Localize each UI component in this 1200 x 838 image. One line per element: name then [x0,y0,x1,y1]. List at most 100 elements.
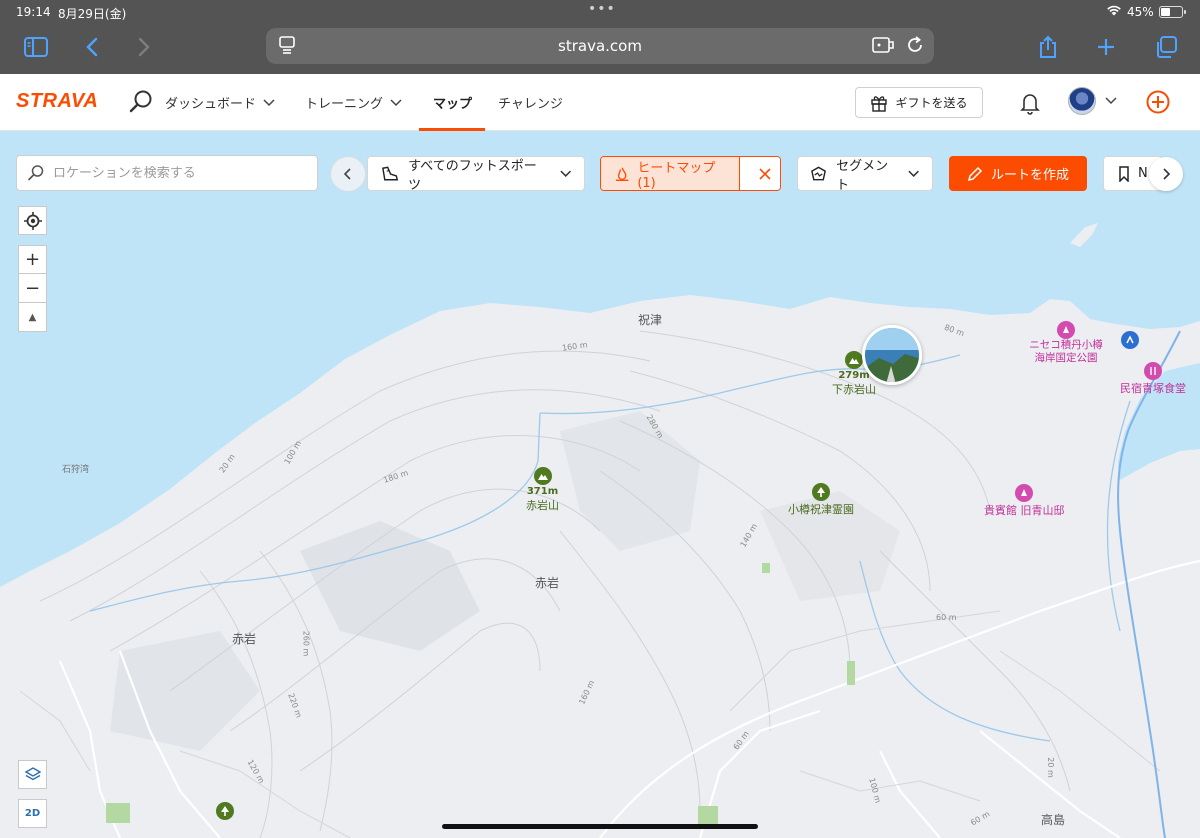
attraction-name: 貴賓館 旧青山邸 [984,504,1065,517]
nav-maps-label: マップ [433,97,473,112]
attraction-marker[interactable]: ニセコ積丹小樽海岸国定公園 [1026,321,1106,365]
sidebar-icon[interactable] [20,33,52,61]
segments-dropdown[interactable]: セグメント [797,156,933,193]
place-label: 赤岩 [535,576,560,590]
heatmap-label: ヒートマップ (1) [637,160,716,191]
park-marker[interactable]: 小樽祝津霊園 [788,483,854,517]
crosshair-icon [23,211,42,230]
nav-training[interactable]: トレーニング [305,93,403,112]
share-icon[interactable] [1032,33,1064,61]
close-icon [759,167,771,180]
place-label: 祝津 [638,313,663,327]
tabs-icon[interactable] [1150,33,1182,61]
attraction-marker[interactable]: 貴賓館 旧青山邸 [984,484,1065,518]
landmark-icon [1057,321,1075,339]
heatmap-toggle[interactable]: ヒートマップ (1) [600,156,781,191]
upload-plus-icon[interactable] [1146,90,1170,118]
location-search[interactable] [16,155,318,191]
bookmark-icon [1119,165,1129,182]
info-marker-icon[interactable] [1121,331,1139,349]
nav-challenges[interactable]: チャレンジ [498,93,563,112]
bell-icon[interactable] [1019,91,1041,119]
avatar [1068,87,1096,115]
contour-label: 60 m [936,613,957,622]
browser-toolbar: strava.com [0,24,1200,74]
place-label: 高島 [1041,813,1066,827]
extension-icon[interactable] [872,36,894,58]
multitasking-dots-icon[interactable]: ••• [588,1,616,17]
peak-name: 下赤岩山 [832,383,876,396]
scroll-right-button[interactable] [1149,157,1183,191]
place-label: 赤岩 [232,632,257,646]
zoom-in-button[interactable]: + [18,245,47,274]
segments-label: セグメント [836,158,889,193]
address-bar[interactable]: strava.com [266,28,934,64]
home-indicator [442,824,758,829]
restaurant-marker[interactable]: 民宿青塚食堂 [1120,362,1186,396]
status-date: 8月29日(金) [58,7,127,21]
nav-dashboard[interactable]: ダッシュボード [165,93,276,112]
nav-challenges-label: チャレンジ [498,97,563,112]
search-icon[interactable] [128,89,154,119]
heatmap-button[interactable]: ヒートマップ (1) [601,157,741,191]
profile-menu[interactable] [1068,87,1118,115]
search-icon [28,165,44,181]
chevron-left-icon [343,168,351,180]
location-search-input[interactable] [53,165,293,181]
battery-percent: 45% [1127,5,1154,19]
gift-icon [871,95,888,112]
site-header: STRAVA ダッシュボード トレーニング マップ チャレンジ ギフトを送る [0,74,1200,131]
zoom-out-button[interactable]: − [18,274,47,303]
chevron-down-icon [1105,97,1117,105]
nav-dashboard-label: ダッシュボード [165,97,257,112]
compass-button[interactable]: ▲ [18,303,47,332]
battery-icon [1159,6,1186,18]
strava-logo[interactable]: STRAVA [16,90,98,113]
new-tab-icon[interactable] [1090,33,1122,61]
back-icon[interactable] [76,33,108,61]
sport-filter-label: すべてのフットスポーツ [408,158,537,193]
chevron-right-icon [1163,168,1171,180]
locate-me-button[interactable] [18,206,47,235]
gift-button[interactable]: ギフトを送る [855,87,983,118]
scroll-left-button[interactable] [331,157,365,191]
view-mode-toggle[interactable]: 2D [18,799,47,828]
peak-marker[interactable]: 371m 赤岩山 [526,467,559,513]
saved-label: N [1138,166,1148,181]
peak-elevation: 371m [526,486,559,497]
create-route-button[interactable]: ルートを作成 [949,156,1087,191]
gift-button-label: ギフトを送る [895,96,968,110]
map-canvas[interactable]: 祝津 石狩湾 赤岩 赤岩 高島 160 m 80 m 280 m 20 m 10… [0,131,1200,838]
heatmap-icon [615,167,629,181]
heatmap-clear-button[interactable] [749,157,780,190]
peak-name: 赤岩山 [526,499,559,512]
reload-icon[interactable] [906,36,924,58]
status-bar: 19:14 8月29日(金) ••• 45% [0,0,1200,24]
shoe-icon [382,165,399,180]
photo-marker[interactable] [862,325,922,385]
layers-icon [24,766,41,780]
peak-elevation: 279m [838,370,870,381]
contour-label: 20 m [1045,757,1055,778]
mountain-icon [845,351,863,369]
view-mode-label: 2D [24,808,41,819]
map-layers-button[interactable] [18,760,47,789]
tree-icon [812,483,830,501]
attraction-name: ニセコ積丹小樽海岸国定公園 [1029,339,1103,364]
mountain-icon [533,467,552,485]
contour-label: 260 m [301,630,311,657]
forward-icon[interactable] [128,33,160,61]
pencil-icon [967,166,983,181]
segment-icon [811,166,826,180]
nav-maps[interactable]: マップ [433,93,472,112]
tree-icon [216,802,234,820]
restaurant-name: 民宿青塚食堂 [1120,382,1186,395]
wifi-icon [1106,3,1122,20]
sport-filter-dropdown[interactable]: すべてのフットスポーツ [367,156,585,193]
chevron-down-icon [908,170,919,177]
chevron-down-icon [263,98,275,106]
park-name: 小樽祝津霊園 [788,503,854,516]
nav-training-label: トレーニング [305,97,384,112]
park-marker[interactable] [216,802,234,820]
place-label: 石狩湾 [62,465,90,475]
